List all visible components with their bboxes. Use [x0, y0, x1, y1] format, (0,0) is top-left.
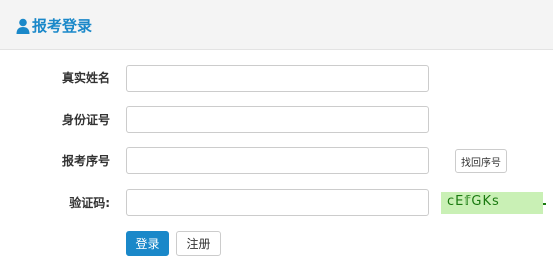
- id-label: 身份证号: [61, 113, 110, 127]
- find-seq-button[interactable]: 找回序号: [455, 149, 507, 173]
- page-title: 报考登录: [32, 17, 93, 35]
- captcha-image[interactable]: cE𝕗GKs: [441, 192, 543, 214]
- captcha-label: 验证码:: [69, 196, 110, 210]
- id-input[interactable]: [126, 106, 429, 133]
- register-button[interactable]: 注册: [176, 231, 221, 256]
- name-label: 真实姓名: [61, 71, 110, 85]
- seq-label: 报考序号: [61, 154, 110, 168]
- header-title-wrap: 报考登录: [16, 16, 92, 36]
- user-icon: [16, 18, 30, 34]
- seq-input[interactable]: [126, 147, 429, 174]
- name-input[interactable]: [126, 65, 429, 92]
- login-button[interactable]: 登录: [126, 231, 169, 256]
- captcha-noise: [543, 203, 546, 205]
- captcha-input[interactable]: [126, 189, 429, 216]
- captcha-text: cE𝕗GKs: [447, 194, 500, 209]
- panel-header: 报考登录: [0, 0, 553, 50]
